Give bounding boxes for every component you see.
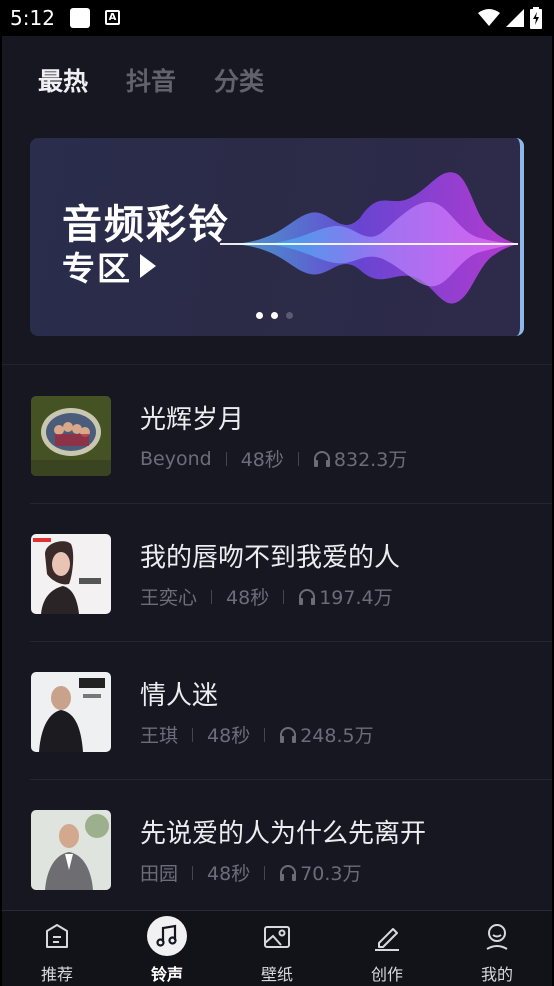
nav-wallpaper[interactable]: 壁纸	[222, 911, 332, 986]
play-count-value: 197.4万	[319, 587, 393, 609]
nav-profile[interactable]: 我的	[442, 911, 552, 986]
song-title: 我的唇吻不到我爱的人	[140, 543, 401, 573]
tab-hottest[interactable]: 最热	[38, 62, 88, 98]
album-cover-group-icon	[31, 396, 111, 476]
meta-divider	[264, 865, 266, 880]
cell-signal-icon	[506, 9, 524, 27]
song-artist: Beyond	[140, 447, 212, 470]
play-count-value: 832.3万	[333, 449, 408, 471]
music-note-icon	[156, 924, 177, 947]
pagination-dot	[271, 312, 278, 319]
sound-wave-graphic	[220, 172, 518, 304]
song-artist: 田园	[140, 863, 179, 885]
nav-create[interactable]: 创作	[332, 911, 442, 986]
song-title: 先说爱的人为什么先离开	[140, 819, 427, 849]
album-cover-suit-man-icon	[31, 810, 111, 890]
app-screen: 5:12 A 最热 抖音 分类 音频彩铃 专区 光辉岁月 Beyond 48秒 …	[2, 0, 552, 986]
play-count: 248.5万	[279, 721, 374, 748]
play-count: 832.3万	[313, 445, 407, 472]
bottom-navigation: 推荐 铃声 壁纸 创作 我的	[2, 910, 552, 986]
nav-label: 创作	[370, 965, 403, 984]
list-item[interactable]: 我的唇吻不到我爱的人 王奕心 48秒 197.4万	[2, 504, 552, 642]
meta-divider	[192, 727, 194, 742]
play-count-value: 70.3万	[300, 863, 362, 885]
headphones-icon	[299, 588, 316, 605]
status-bar: 5:12 A	[2, 0, 552, 36]
meta-divider	[192, 865, 194, 880]
song-meta: 王奕心 48秒 197.4万	[140, 583, 393, 610]
song-duration: 48秒	[207, 863, 251, 885]
pagination-dot	[286, 312, 293, 319]
meta-divider	[297, 451, 299, 466]
song-title: 光辉岁月	[140, 405, 245, 435]
list-item[interactable]: 情人迷 王琪 48秒 248.5万	[2, 642, 552, 780]
meta-divider	[264, 727, 266, 742]
tab-category[interactable]: 分类	[214, 62, 264, 98]
nav-label: 推荐	[40, 965, 73, 984]
nav-label: 铃声	[150, 965, 183, 984]
status-time: 5:12	[10, 6, 55, 30]
audio-ringtone-banner[interactable]: 音频彩铃 专区	[30, 138, 524, 336]
play-count: 197.4万	[298, 583, 393, 610]
song-duration: 48秒	[226, 587, 270, 609]
wallpaper-image-icon	[264, 926, 290, 948]
play-count-value: 248.5万	[300, 725, 374, 747]
song-meta: 田园 48秒 70.3万	[140, 859, 362, 886]
play-triangle-icon	[140, 254, 156, 278]
notification-square-icon	[70, 8, 90, 28]
divider	[2, 364, 552, 365]
headphones-icon	[313, 450, 330, 467]
battery-charging-icon	[530, 7, 542, 29]
pencil-create-icon	[375, 928, 399, 951]
category-tabs: 最热 抖音 分类	[38, 62, 264, 98]
recommend-icon	[46, 924, 68, 948]
banner-subtitle-text: 专区	[62, 249, 132, 288]
song-title: 情人迷	[140, 681, 219, 711]
profile-icon	[486, 924, 508, 950]
song-artist: 王琪	[140, 725, 179, 747]
play-count: 70.3万	[279, 859, 362, 886]
song-meta: Beyond 48秒 832.3万	[140, 445, 407, 472]
tab-douyin[interactable]: 抖音	[126, 62, 176, 98]
status-icons	[478, 7, 542, 29]
banner-pagination	[256, 312, 293, 319]
song-duration: 48秒	[240, 449, 284, 471]
ringtone-list: 光辉岁月 Beyond 48秒 832.3万 我的唇吻不到我爱的人 王奕心 48…	[2, 366, 552, 918]
headphones-icon	[280, 726, 297, 743]
a-notification-icon: A	[105, 10, 120, 25]
album-cover-man-icon	[31, 672, 111, 752]
nav-label: 我的	[480, 965, 513, 984]
list-item[interactable]: 先说爱的人为什么先离开 田园 48秒 70.3万	[2, 780, 552, 918]
album-cover-woman-icon	[31, 534, 111, 614]
song-artist: 王奕心	[140, 587, 198, 609]
pagination-dot	[256, 312, 263, 319]
headphones-icon	[280, 864, 297, 881]
nav-label: 壁纸	[260, 965, 293, 984]
meta-divider	[225, 451, 227, 466]
wifi-icon	[478, 9, 500, 26]
song-meta: 王琪 48秒 248.5万	[140, 721, 374, 748]
list-item[interactable]: 光辉岁月 Beyond 48秒 832.3万	[2, 366, 552, 504]
nav-ringtone[interactable]: 铃声	[112, 911, 222, 986]
banner-subtitle: 专区	[62, 242, 158, 290]
nav-recommend[interactable]: 推荐	[2, 911, 112, 986]
song-duration: 48秒	[207, 725, 251, 747]
meta-divider	[211, 589, 213, 604]
meta-divider	[283, 589, 285, 604]
